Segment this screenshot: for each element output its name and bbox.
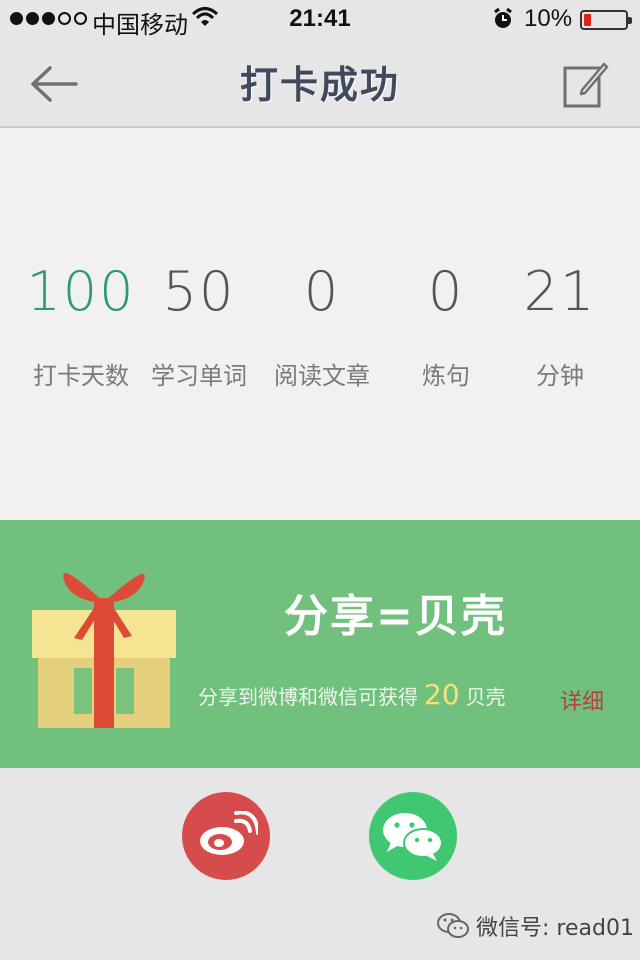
wechat-outline-icon	[437, 913, 469, 938]
battery-percentage: 10%	[524, 5, 573, 32]
stat-value: 0	[427, 260, 465, 323]
details-link[interactable]: 详细	[560, 684, 604, 716]
watermark-text: 微信号: read01	[476, 916, 634, 941]
share-weibo-button[interactable]	[182, 792, 270, 880]
reward-amount: 20	[424, 678, 460, 711]
status-bar: 中国移动 21:41 10%	[0, 0, 640, 40]
watermark: 微信号: read01	[436, 910, 634, 942]
stat-value: 50	[162, 260, 236, 323]
share-desc-suffix: 贝壳	[465, 685, 506, 709]
edit-note-icon	[563, 62, 609, 108]
stat-value: 100	[26, 260, 136, 323]
page-title: 打卡成功	[239, 63, 400, 107]
weibo-icon	[200, 811, 258, 855]
edit-button[interactable]	[560, 60, 610, 110]
stat-value: 21	[523, 260, 597, 323]
share-wechat-button[interactable]	[369, 792, 457, 880]
battery-icon	[580, 10, 632, 30]
share-description: 分享到微博和微信可获得 20 贝壳	[198, 678, 506, 711]
share-buttons-row: 微信号: read01	[0, 768, 640, 960]
stat-value: 0	[303, 260, 341, 323]
wechat-icon	[383, 813, 443, 861]
stat-label: 分钟	[536, 362, 584, 390]
gift-icon	[32, 573, 176, 728]
stats-panel: 100 打卡天数 50 学习单词 0 阅读文章 0 炼句 21 分钟	[0, 128, 640, 520]
share-desc-prefix: 分享到微博和微信可获得	[198, 685, 418, 709]
share-title: 分享=贝壳	[284, 591, 507, 642]
share-banner: 分享=贝壳 分享到微博和微信可获得 20 贝壳 详细	[0, 520, 640, 768]
navigation-bar: 打卡成功	[0, 40, 640, 128]
alarm-icon	[492, 7, 514, 37]
